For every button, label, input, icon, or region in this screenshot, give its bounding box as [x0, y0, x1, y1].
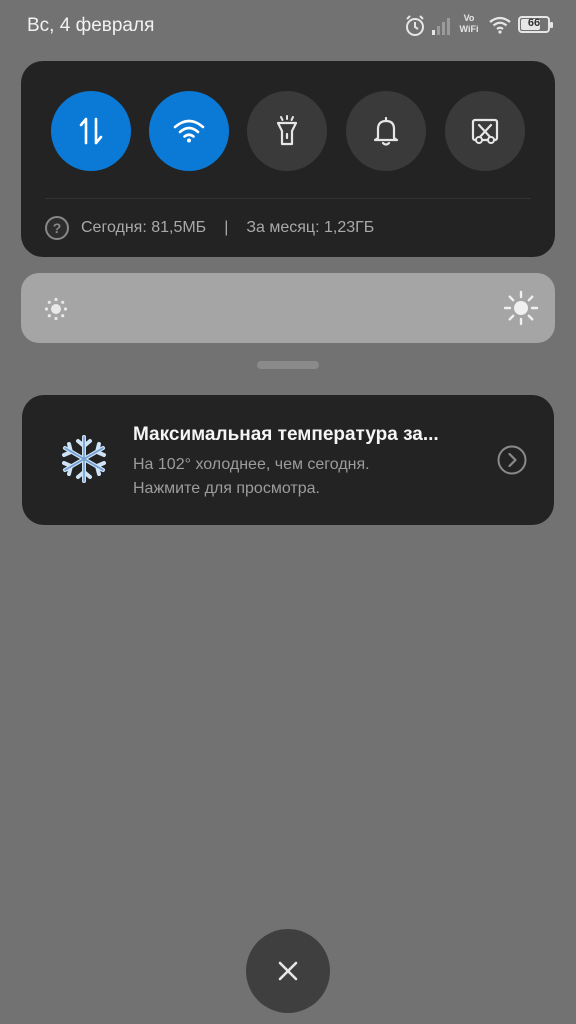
flashlight-icon	[276, 115, 298, 146]
qs-divider	[45, 198, 531, 199]
data-usage-month: За месяц: 1,23ГБ	[246, 219, 375, 236]
screenshot-icon	[471, 118, 499, 144]
snowflake-icon	[62, 435, 106, 483]
clear-all-button[interactable]	[246, 929, 330, 1013]
chevron-right-icon[interactable]	[497, 445, 527, 475]
alarm-icon	[406, 15, 424, 36]
notification-text-line1: На 102° холоднее, чем сегодня.	[133, 456, 370, 473]
wifi-icon	[489, 16, 511, 34]
data-usage-row[interactable]: ? Сегодня: 81,5МБ | За месяц: 1,23ГБ	[45, 213, 374, 243]
help-icon[interactable]: ?	[45, 216, 69, 240]
battery-level: 66	[527, 17, 541, 29]
status-bar: Вс, 4 февраля Vo WiFi 66	[0, 0, 576, 54]
vowifi-vo-label: Vo	[463, 13, 475, 23]
data-usage-today: Сегодня: 81,5МБ	[81, 219, 207, 236]
battery-icon: 66	[518, 16, 553, 33]
sound-toggle[interactable]	[346, 91, 426, 171]
screenshot-toggle[interactable]	[445, 91, 525, 171]
vowifi-wifi-label: WiFi	[459, 24, 479, 34]
status-date: Вс, 4 февраля	[27, 15, 155, 36]
mobile-data-toggle[interactable]	[51, 91, 131, 171]
wifi-toggle[interactable]	[149, 91, 229, 171]
signal-icon	[432, 18, 450, 35]
bell-icon	[373, 116, 399, 146]
close-icon	[278, 961, 298, 981]
brightness-slider[interactable]	[21, 273, 555, 343]
notification-text-line2: Нажмите для просмотра.	[133, 480, 320, 497]
status-icons: Vo WiFi 66	[404, 13, 554, 40]
drag-handle[interactable]	[257, 361, 319, 369]
notification-title: Максимальная температура за...	[133, 424, 439, 445]
weather-notification[interactable]: Максимальная температура за... На 102° х…	[22, 395, 554, 525]
flashlight-toggle[interactable]	[247, 91, 327, 171]
vowifi-icon: Vo WiFi	[456, 13, 482, 35]
brightness-high-icon	[503, 290, 539, 326]
mobile-data-icon	[79, 117, 103, 145]
data-usage-separator: |	[224, 219, 229, 236]
brightness-low-icon	[44, 297, 68, 321]
wifi-icon	[173, 119, 205, 143]
quick-settings-panel: ? Сегодня: 81,5МБ | За месяц: 1,23ГБ	[21, 61, 555, 257]
